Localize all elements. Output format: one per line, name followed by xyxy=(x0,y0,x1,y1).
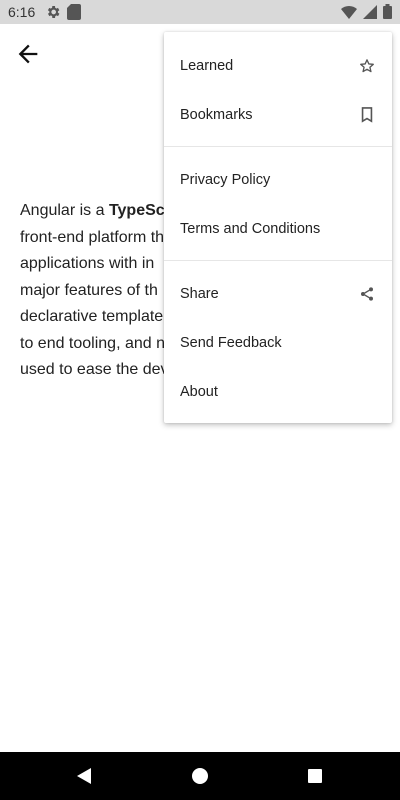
share-icon xyxy=(358,285,376,303)
menu-item-share[interactable]: Share xyxy=(164,269,392,318)
menu-item-about[interactable]: About xyxy=(164,367,392,416)
status-left-icons xyxy=(45,4,81,23)
menu-item-label: Terms and Conditions xyxy=(180,220,321,237)
battery-icon xyxy=(383,4,392,22)
back-triangle-icon xyxy=(77,768,91,784)
menu-item-send-feedback[interactable]: Send Feedback xyxy=(164,318,392,367)
home-circle-icon xyxy=(192,768,208,784)
menu-item-label: About xyxy=(180,383,218,400)
menu-item-privacy-policy[interactable]: Privacy Policy xyxy=(164,155,392,204)
menu-item-learned[interactable]: Learned xyxy=(164,41,392,90)
menu-divider xyxy=(164,146,392,147)
arrow-back-icon xyxy=(18,44,38,64)
status-bar: 6:16 xyxy=(0,0,400,24)
menu-item-bookmarks[interactable]: Bookmarks xyxy=(164,90,392,139)
paragraph-text: Angular is a xyxy=(20,202,109,219)
settings-icon xyxy=(45,4,61,23)
menu-divider xyxy=(164,260,392,261)
star-outline-icon xyxy=(358,57,376,75)
menu-item-label: Learned xyxy=(180,57,234,74)
menu-item-label: Privacy Policy xyxy=(180,171,271,188)
menu-item-label: Share xyxy=(180,285,219,302)
navigation-bar xyxy=(0,752,400,800)
status-right-icons xyxy=(341,4,392,22)
status-time: 6:16 xyxy=(8,4,36,20)
bookmark-outline-icon xyxy=(358,106,376,124)
nav-recents-button[interactable] xyxy=(303,764,327,788)
menu-item-label: Bookmarks xyxy=(180,106,253,123)
overflow-menu: Learned Bookmarks Privacy Policy Terms a… xyxy=(164,32,392,423)
wifi-icon xyxy=(341,5,357,22)
sd-card-icon xyxy=(67,4,81,23)
recents-square-icon xyxy=(308,769,322,783)
menu-item-terms[interactable]: Terms and Conditions xyxy=(164,204,392,253)
signal-icon xyxy=(363,4,377,22)
paragraph-bold-text: TypeSc xyxy=(108,202,165,219)
menu-item-label: Send Feedback xyxy=(180,334,282,351)
nav-home-button[interactable] xyxy=(188,764,212,788)
nav-back-button[interactable] xyxy=(72,764,96,788)
back-button[interactable] xyxy=(14,40,42,68)
